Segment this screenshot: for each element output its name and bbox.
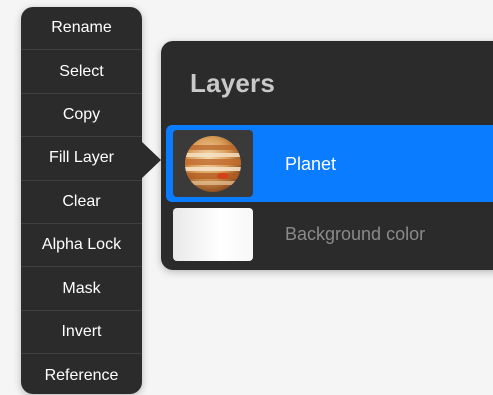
menu-item-select[interactable]: Select (21, 50, 142, 94)
panel-title: Layers (190, 68, 276, 98)
layer-name: Planet (285, 154, 337, 174)
layer-options-menu: Rename Select Copy Fill Layer Clear Alph… (21, 7, 142, 394)
menu-item-mask[interactable]: Mask (21, 267, 142, 311)
layer-row-background-color[interactable]: Background color (166, 208, 493, 264)
menu-item-rename[interactable]: Rename (21, 7, 142, 51)
menu-item-reference[interactable]: Reference (21, 354, 142, 394)
menu-item-alpha-lock[interactable]: Alpha Lock (21, 224, 142, 268)
menu-pointer-arrow (141, 141, 161, 179)
menu-item-invert[interactable]: Invert (21, 311, 142, 355)
layer-thumbnail (173, 130, 253, 197)
background-color-thumbnail (173, 208, 253, 261)
jupiter-planet-icon (185, 135, 241, 192)
menu-item-copy[interactable]: Copy (21, 94, 142, 138)
layer-name: Background color (285, 224, 426, 244)
menu-item-clear[interactable]: Clear (21, 181, 142, 224)
menu-item-fill-layer[interactable]: Fill Layer (21, 137, 142, 181)
layers-panel: Layers Planet Background color (161, 41, 493, 270)
layer-row-planet[interactable]: Planet (166, 125, 493, 202)
